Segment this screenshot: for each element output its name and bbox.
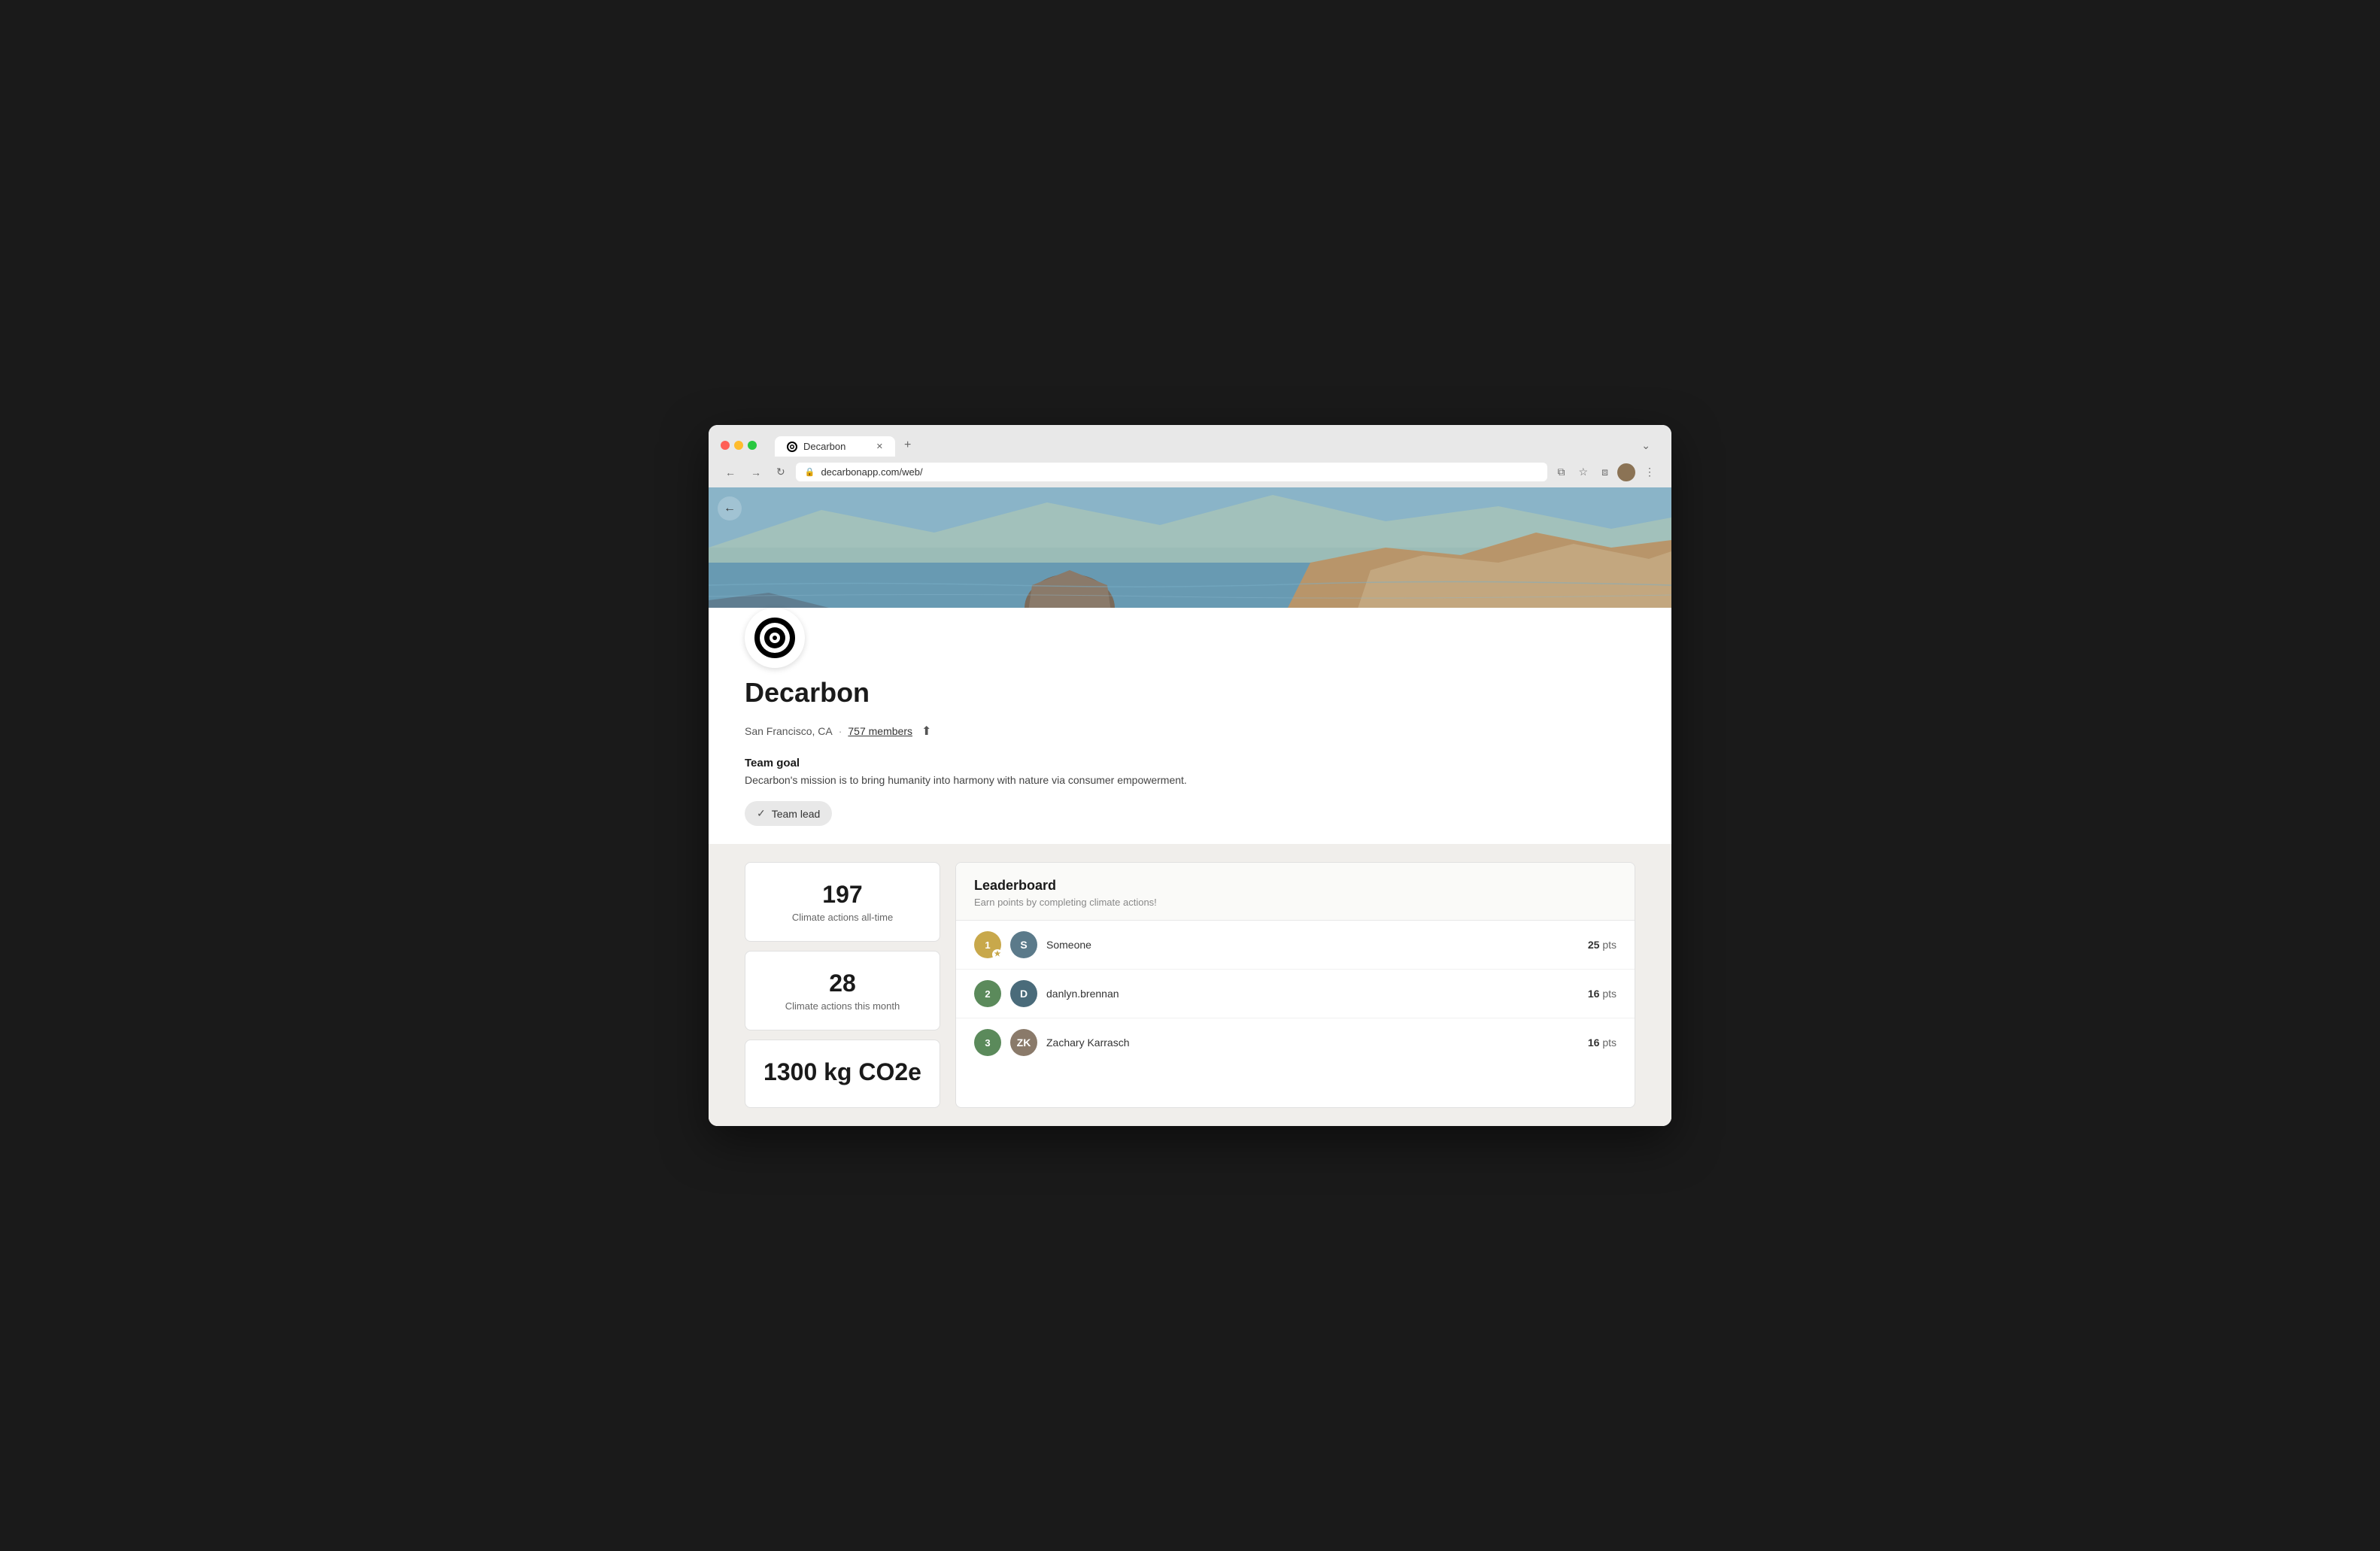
leaderboard-item-2[interactable]: 2 D danlyn.brennan 16 pts [956,970,1635,1018]
new-tab-button[interactable]: + [895,434,920,457]
rank-badge-3: 3 [974,1029,1001,1056]
rank-badge-2: 2 [974,980,1001,1007]
minimize-window-button[interactable] [734,441,743,450]
user-avatar-3: ZK [1010,1029,1037,1056]
url-text: decarbonapp.com/web/ [821,466,922,478]
leaderboard-title: Leaderboard [974,878,1617,894]
close-window-button[interactable] [721,441,730,450]
user-name-2: danlyn.brennan [1046,988,1579,1000]
leaderboard-item-3[interactable]: 3 ZK Zachary Karrasch 16 pts [956,1018,1635,1067]
browser-menu-button[interactable]: ⋮ [1640,463,1659,481]
main-content: 197 Climate actions all-time 28 Climate … [709,844,1671,1126]
stat-card-co2: 1300 kg CO2e [745,1040,940,1108]
org-logo-icon [752,615,797,660]
tab-dropdown-button[interactable]: ⌄ [1638,436,1653,455]
team-lead-badge[interactable]: ✓ Team lead [745,801,832,826]
pts-label-3: pts [1602,1037,1617,1049]
leaderboard-card: Leaderboard Earn points by completing cl… [955,862,1635,1108]
rank-badge-1: 1 [974,931,1001,958]
title-bar: Decarbon ✕ + ⌄ [709,425,1671,457]
forward-button[interactable]: → [746,463,766,481]
stat-number-month: 28 [763,970,921,997]
address-bar-row: ← → ↻ 🔒 decarbonapp.com/web/ ⧉ ☆ ⧈ ⋮ [709,457,1671,487]
share-button[interactable]: ⬆ [918,721,934,742]
meta-separator: · [839,725,842,737]
security-icon: 🔒 [805,467,815,477]
tab-right-area: ⌄ [1638,436,1659,455]
tab-title: Decarbon [803,441,845,452]
back-page-button[interactable]: ← [718,496,742,521]
browser-chrome: Decarbon ✕ + ⌄ ← → ↻ 🔒 decarbonapp.com/w… [709,425,1671,487]
stat-label-month: Climate actions this month [763,1000,921,1012]
check-icon: ✓ [757,807,766,820]
org-meta: San Francisco, CA · 757 members ⬆ [745,721,1635,742]
address-bar[interactable]: 🔒 decarbonapp.com/web/ [796,463,1547,481]
tab-close-button[interactable]: ✕ [876,442,883,451]
bookmark-button[interactable]: ☆ [1574,463,1593,481]
stat-card-month: 28 Climate actions this month [745,951,940,1030]
user-points-2: 16 pts [1588,988,1617,1000]
browser-window: Decarbon ✕ + ⌄ ← → ↻ 🔒 decarbonapp.com/w… [709,425,1671,1126]
team-goal-text: Decarbon's mission is to bring humanity … [745,774,1635,786]
leaderboard-subtitle: Earn points by completing climate action… [974,897,1617,908]
refresh-button[interactable]: ↻ [772,463,790,481]
active-tab[interactable]: Decarbon ✕ [775,436,895,457]
org-logo [745,608,805,668]
team-goal-label: Team goal [745,757,1635,769]
traffic-lights [721,441,757,450]
leaderboard-item-1[interactable]: 1 S Someone 25 pts [956,921,1635,970]
stats-column: 197 Climate actions all-time 28 Climate … [745,862,940,1108]
back-button[interactable]: ← [721,463,740,481]
browser-profile-avatar[interactable] [1617,463,1635,481]
org-name: Decarbon [745,677,1635,709]
toolbar-right: ⧉ ☆ ⧈ ⋮ [1553,463,1659,481]
maximize-window-button[interactable] [748,441,757,450]
stat-number-co2: 1300 kg CO2e [763,1058,921,1086]
tab-bar: Decarbon ✕ + [775,434,920,457]
user-avatar-2: D [1010,980,1037,1007]
leaderboard-header: Leaderboard Earn points by completing cl… [956,863,1635,921]
profile-section: Decarbon San Francisco, CA · 757 members… [709,608,1671,844]
user-name-3: Zachary Karrasch [1046,1037,1579,1049]
stat-card-all-time: 197 Climate actions all-time [745,862,940,942]
extensions-button[interactable]: ⧈ [1597,463,1613,481]
stat-number-all-time: 197 [763,881,921,909]
members-link[interactable]: 757 members [848,725,912,737]
leaderboard-list: 1 S Someone 25 pts 2 [956,921,1635,1067]
external-link-button[interactable]: ⧉ [1553,463,1570,481]
org-location: San Francisco, CA [745,725,833,737]
user-points-1: 25 pts [1588,939,1617,951]
page-content: ← Decarbon San Francisco, CA · 757 membe… [709,487,1671,1126]
stat-label-all-time: Climate actions all-time [763,912,921,923]
user-points-3: 16 pts [1588,1037,1617,1049]
team-lead-label: Team lead [772,808,821,820]
user-avatar-1: S [1010,931,1037,958]
user-name-1: Someone [1046,939,1579,951]
pts-label-2: pts [1602,988,1617,1000]
tab-favicon [787,442,797,452]
pts-label-1: pts [1602,939,1617,951]
